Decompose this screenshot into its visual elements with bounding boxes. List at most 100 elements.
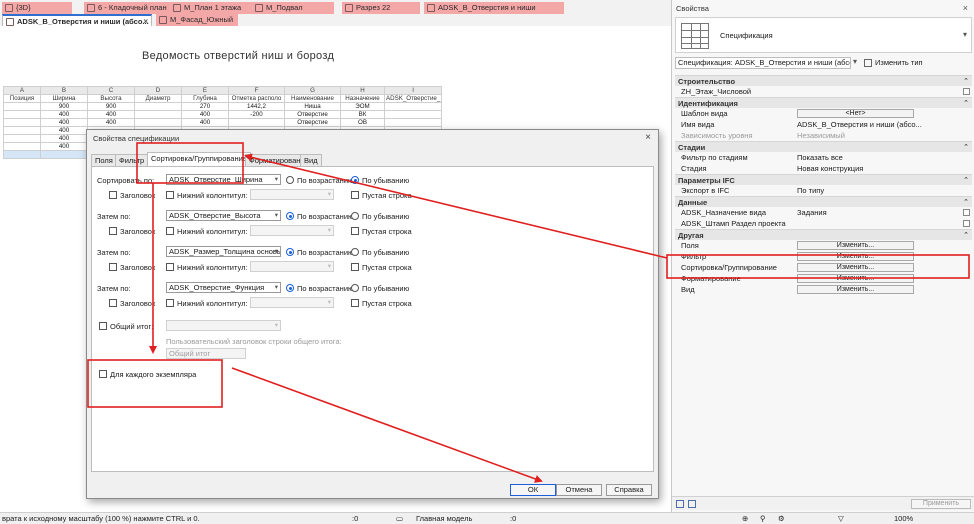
property-checkbox[interactable] bbox=[963, 220, 970, 227]
ok-button[interactable]: ОК bbox=[510, 484, 556, 496]
property-row[interactable]: Имя вида ADSK_В_Отверстия и ниши (абсо... bbox=[675, 119, 972, 130]
property-row[interactable]: Фильтр по стадиям Показать все bbox=[675, 152, 972, 163]
edit-filter-button[interactable]: Изменить... bbox=[797, 252, 914, 261]
column-letter[interactable]: B bbox=[40, 86, 88, 95]
column-letter[interactable]: E bbox=[181, 86, 229, 95]
property-row-fields[interactable]: Поля Изменить... bbox=[675, 240, 972, 251]
column-header[interactable]: Ширина bbox=[40, 94, 88, 103]
sort-2-header-checkbox[interactable] bbox=[109, 227, 117, 235]
sort-3-desc-radio[interactable] bbox=[351, 248, 359, 256]
sort-4-footer-checkbox[interactable] bbox=[166, 299, 174, 307]
tab-south-facade[interactable]: М_Фасад_Южный bbox=[156, 14, 238, 26]
itemize-each-instance-checkbox[interactable] bbox=[99, 370, 107, 378]
chevron-down-icon[interactable]: ▾ bbox=[963, 30, 967, 39]
filter-icon[interactable]: ▽ bbox=[838, 513, 844, 524]
tab-masonry-plan[interactable]: 6 - Кладочный план bbox=[84, 2, 170, 14]
cancel-button[interactable]: Отмена bbox=[556, 484, 602, 496]
column-header[interactable]: Высота bbox=[87, 94, 135, 103]
close-tab-icon[interactable]: × bbox=[143, 16, 148, 26]
sort-3-footer-select[interactable]: ▾ bbox=[250, 261, 334, 272]
section-other[interactable]: Другая ⌃ bbox=[675, 229, 972, 240]
sort-1-footer-checkbox[interactable] bbox=[166, 191, 174, 199]
property-row-filter[interactable]: Фильтр Изменить... bbox=[675, 251, 972, 262]
sort-4-blank-checkbox[interactable] bbox=[351, 299, 359, 307]
column-letter[interactable]: G bbox=[284, 86, 341, 95]
column-header[interactable]: Диаметр bbox=[134, 94, 182, 103]
property-row[interactable]: Шаблон вида <Нет> bbox=[675, 108, 972, 119]
tab-openings-schedule-abs[interactable]: ADSK_В_Отверстия и ниши (абсо... × bbox=[2, 14, 152, 26]
property-row[interactable]: ZH_Этаж_Числовой bbox=[675, 86, 972, 97]
column-header[interactable]: Назначение bbox=[340, 94, 385, 103]
property-row[interactable]: ADSK_Штамп Раздел проекта bbox=[675, 218, 972, 229]
tab-basement[interactable]: М_Подвал bbox=[252, 2, 334, 14]
sort-field-3[interactable]: ADSK_Размер_Толщина основы ▾ bbox=[166, 246, 281, 257]
edit-formatting-button[interactable]: Изменить... bbox=[797, 274, 914, 283]
column-header[interactable]: Глубина bbox=[181, 94, 229, 103]
tab-appearance[interactable]: Вид bbox=[300, 154, 322, 166]
sort-2-blank-checkbox[interactable] bbox=[351, 227, 359, 235]
table-row[interactable]: 900 900 270 1442,2 Ниша ЭОМ bbox=[3, 102, 443, 111]
section-ifc[interactable]: Параметры IFC ⌃ bbox=[675, 174, 972, 185]
tab-3d[interactable]: {3D} bbox=[2, 2, 72, 14]
toolbar-icon[interactable]: ⚲ bbox=[760, 513, 766, 524]
sort-3-header-checkbox[interactable] bbox=[109, 263, 117, 271]
table-row[interactable]: 400 400 400 -200 Отверстие ВК bbox=[3, 110, 443, 119]
help-button[interactable]: Справка bbox=[606, 484, 652, 496]
sort-1-header-checkbox[interactable] bbox=[109, 191, 117, 199]
column-header[interactable]: Отметка располо bbox=[228, 94, 285, 103]
toolbar-icon[interactable]: ⚙ bbox=[778, 513, 785, 524]
edit-fields-button[interactable]: Изменить... bbox=[797, 241, 914, 250]
property-row[interactable]: Экспорт в IFC По типу bbox=[675, 185, 972, 196]
table-row[interactable]: 400 400 400 Отверстие ОВ bbox=[3, 118, 443, 127]
column-letter[interactable]: C bbox=[87, 86, 135, 95]
property-row-formatting[interactable]: Форматирование Изменить... bbox=[675, 273, 972, 284]
sort-2-footer-select[interactable]: ▾ bbox=[250, 225, 334, 236]
apply-button[interactable]: Применить bbox=[911, 499, 971, 509]
sort-4-asc-radio[interactable] bbox=[286, 284, 294, 292]
type-selector[interactable]: Спецификация ▾ bbox=[675, 17, 972, 53]
sort-3-footer-checkbox[interactable] bbox=[166, 263, 174, 271]
custom-header-input[interactable]: Общий итог bbox=[166, 348, 246, 359]
sort-2-asc-radio[interactable] bbox=[286, 212, 294, 220]
workset-icon[interactable]: ▭ bbox=[396, 513, 403, 524]
tab-section-22[interactable]: Разрез 22 bbox=[342, 2, 420, 14]
property-row-appearance[interactable]: Вид Изменить... bbox=[675, 284, 972, 295]
section-data[interactable]: Данные ⌃ bbox=[675, 196, 972, 207]
sort-1-desc-radio[interactable] bbox=[351, 176, 359, 184]
column-header[interactable]: Позиция bbox=[3, 94, 41, 103]
instance-selector[interactable]: Спецификация: ADSK_В_Отверстия и ниши (а… bbox=[675, 57, 851, 69]
sort-field-1[interactable]: ADSK_Отверстие_Ширина ▾ bbox=[166, 174, 281, 185]
edit-type-button[interactable]: Изменить тип bbox=[864, 57, 923, 69]
property-checkbox[interactable] bbox=[963, 209, 970, 216]
sort-field-4[interactable]: ADSK_Отверстие_Функция ▾ bbox=[166, 282, 281, 293]
column-letter[interactable]: A bbox=[3, 86, 41, 95]
column-letter[interactable]: H bbox=[340, 86, 385, 95]
property-row-sorting[interactable]: Сортировка/Группирование Изменить... bbox=[675, 262, 972, 273]
toolbar-icon[interactable]: ⊕ bbox=[742, 513, 748, 524]
column-letter[interactable]: D bbox=[134, 86, 182, 95]
edit-appearance-button[interactable]: Изменить... bbox=[797, 285, 914, 294]
tab-fields[interactable]: Поля bbox=[91, 154, 117, 166]
edit-sorting-button[interactable]: Изменить... bbox=[797, 263, 914, 272]
sort-1-footer-select[interactable]: ▾ bbox=[250, 189, 334, 200]
column-letter[interactable]: F bbox=[228, 86, 285, 95]
view-template-button[interactable]: <Нет> bbox=[797, 109, 914, 118]
column-header[interactable]: Наименование bbox=[284, 94, 341, 103]
sort-3-asc-radio[interactable] bbox=[286, 248, 294, 256]
grand-total-checkbox[interactable] bbox=[99, 322, 107, 330]
tab-first-floor-plan[interactable]: М_План 1 этажа bbox=[170, 2, 252, 14]
sort-category-icon[interactable] bbox=[676, 500, 684, 508]
sort-1-asc-radio[interactable] bbox=[286, 176, 294, 184]
sort-4-header-checkbox[interactable] bbox=[109, 299, 117, 307]
property-row[interactable]: Стадия Новая конструкция bbox=[675, 163, 972, 174]
section-construction[interactable]: Строительство ⌃ bbox=[675, 75, 972, 86]
grand-total-select[interactable]: ▾ bbox=[166, 320, 281, 331]
sort-4-desc-radio[interactable] bbox=[351, 284, 359, 292]
column-header[interactable]: ADSK_Отверстие_ bbox=[383, 94, 443, 103]
column-letter[interactable]: I bbox=[383, 86, 443, 95]
sort-3-blank-checkbox[interactable] bbox=[351, 263, 359, 271]
property-checkbox[interactable] bbox=[963, 88, 970, 95]
sort-alpha-icon[interactable] bbox=[688, 500, 696, 508]
section-identification[interactable]: Идентификация ⌃ bbox=[675, 97, 972, 108]
section-phases[interactable]: Стадии ⌃ bbox=[675, 141, 972, 152]
